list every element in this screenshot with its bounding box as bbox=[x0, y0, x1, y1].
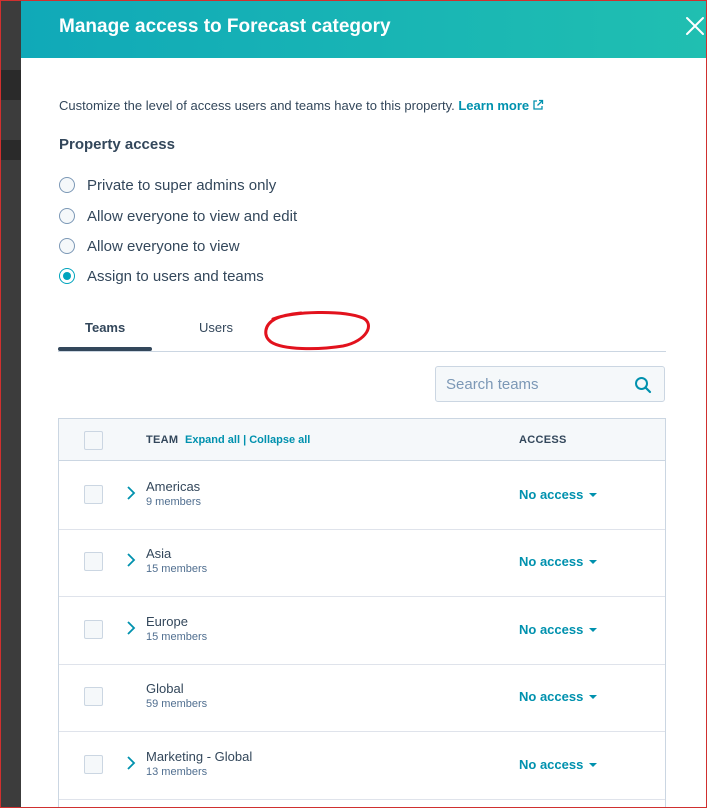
team-name: Americas bbox=[146, 479, 201, 494]
chevron-right-icon[interactable] bbox=[125, 755, 137, 771]
modal-title: Manage access to Forecast category bbox=[59, 16, 391, 37]
expand-collapse-links: Expand all | Collapse all bbox=[185, 434, 310, 446]
team-name: Global bbox=[146, 681, 184, 696]
caret-down-icon bbox=[589, 559, 598, 564]
tab-teams[interactable]: Teams bbox=[85, 320, 125, 335]
intro-text-line: Customize the level of access users and … bbox=[59, 98, 544, 113]
access-dropdown[interactable]: No access bbox=[519, 487, 598, 502]
learn-more-link[interactable]: Learn more bbox=[458, 98, 544, 113]
intro-text: Customize the level of access users and … bbox=[59, 98, 455, 113]
team-column-header: TEAM bbox=[146, 434, 179, 446]
access-dropdown[interactable]: No access bbox=[519, 554, 598, 569]
caret-down-icon bbox=[589, 762, 598, 767]
tab-users[interactable]: Users bbox=[199, 320, 233, 335]
radio-label: Assign to users and teams bbox=[87, 267, 264, 285]
background-overlay bbox=[0, 0, 21, 808]
access-dropdown[interactable]: No access bbox=[519, 757, 598, 772]
team-members: 9 members bbox=[146, 496, 202, 508]
team-members: 15 members bbox=[146, 563, 208, 575]
team-name: Asia bbox=[146, 546, 172, 561]
active-tab-indicator bbox=[58, 347, 152, 351]
access-dropdown[interactable]: No access bbox=[519, 622, 598, 637]
access-value: No access bbox=[519, 554, 584, 569]
external-link-icon bbox=[533, 99, 544, 110]
expand-all-link[interactable]: Expand all bbox=[185, 434, 240, 446]
team-members: 13 members bbox=[146, 766, 208, 778]
search-teams-field bbox=[435, 366, 665, 402]
caret-down-icon bbox=[589, 492, 598, 497]
chevron-right-icon[interactable] bbox=[125, 620, 137, 636]
property-access-heading: Property access bbox=[59, 136, 175, 153]
table-row: Europe 15 members No access bbox=[59, 596, 665, 665]
caret-down-icon bbox=[589, 627, 598, 632]
team-name: Marketing - Global bbox=[146, 749, 253, 764]
access-value: No access bbox=[519, 757, 584, 772]
radio-label: Private to super admins only bbox=[87, 176, 277, 194]
row-checkbox[interactable] bbox=[84, 485, 103, 504]
radio-everyone-view[interactable]: Allow everyone to view bbox=[59, 235, 240, 257]
team-members: 59 members bbox=[146, 698, 208, 710]
access-value: No access bbox=[519, 689, 584, 704]
radio-button-selected[interactable] bbox=[59, 268, 75, 284]
learn-more-label: Learn more bbox=[458, 98, 530, 113]
caret-down-icon bbox=[589, 694, 598, 699]
table-row: Marketing - Global 13 members No access bbox=[59, 731, 665, 800]
radio-label: Allow everyone to view bbox=[87, 237, 240, 255]
select-all-checkbox[interactable] bbox=[84, 431, 103, 450]
collapse-all-link[interactable]: Collapse all bbox=[249, 434, 310, 446]
radio-button[interactable] bbox=[59, 238, 75, 254]
close-icon bbox=[686, 17, 704, 35]
row-checkbox[interactable] bbox=[84, 552, 103, 571]
modal-header: Manage access to Forecast category bbox=[21, 0, 707, 58]
search-icon[interactable] bbox=[634, 376, 652, 394]
teams-table: TEAM Expand all | Collapse all ACCESS Am… bbox=[58, 418, 666, 808]
access-value: No access bbox=[519, 622, 584, 637]
red-circle-annotation bbox=[264, 311, 370, 351]
manage-access-modal: Manage access to Forecast category Custo… bbox=[21, 0, 707, 808]
access-dropdown[interactable]: No access bbox=[519, 689, 598, 704]
radio-assign-users-teams[interactable]: Assign to users and teams bbox=[59, 265, 264, 287]
search-input[interactable] bbox=[436, 367, 646, 401]
chevron-right-icon[interactable] bbox=[125, 485, 137, 501]
radio-label: Allow everyone to view and edit bbox=[87, 207, 298, 225]
table-header: TEAM Expand all | Collapse all ACCESS bbox=[59, 419, 665, 461]
row-checkbox[interactable] bbox=[84, 755, 103, 774]
row-checkbox[interactable] bbox=[84, 687, 103, 706]
radio-everyone-view-edit[interactable]: Allow everyone to view and edit bbox=[59, 205, 297, 227]
chevron-right-icon[interactable] bbox=[125, 552, 137, 568]
table-row: Global 59 members No access bbox=[59, 663, 665, 732]
team-name: Europe bbox=[146, 614, 188, 629]
row-checkbox[interactable] bbox=[84, 620, 103, 639]
access-column-header: ACCESS bbox=[519, 434, 567, 446]
access-value: No access bbox=[519, 487, 584, 502]
table-row: Americas 9 members No access bbox=[59, 461, 665, 530]
radio-button[interactable] bbox=[59, 208, 75, 224]
radio-private-super-admins[interactable]: Private to super admins only bbox=[59, 174, 276, 196]
table-row: Asia 15 members No access bbox=[59, 528, 665, 597]
team-members: 15 members bbox=[146, 631, 208, 643]
close-button[interactable] bbox=[681, 12, 707, 40]
radio-button[interactable] bbox=[59, 177, 75, 193]
link-separator: | bbox=[243, 434, 247, 446]
